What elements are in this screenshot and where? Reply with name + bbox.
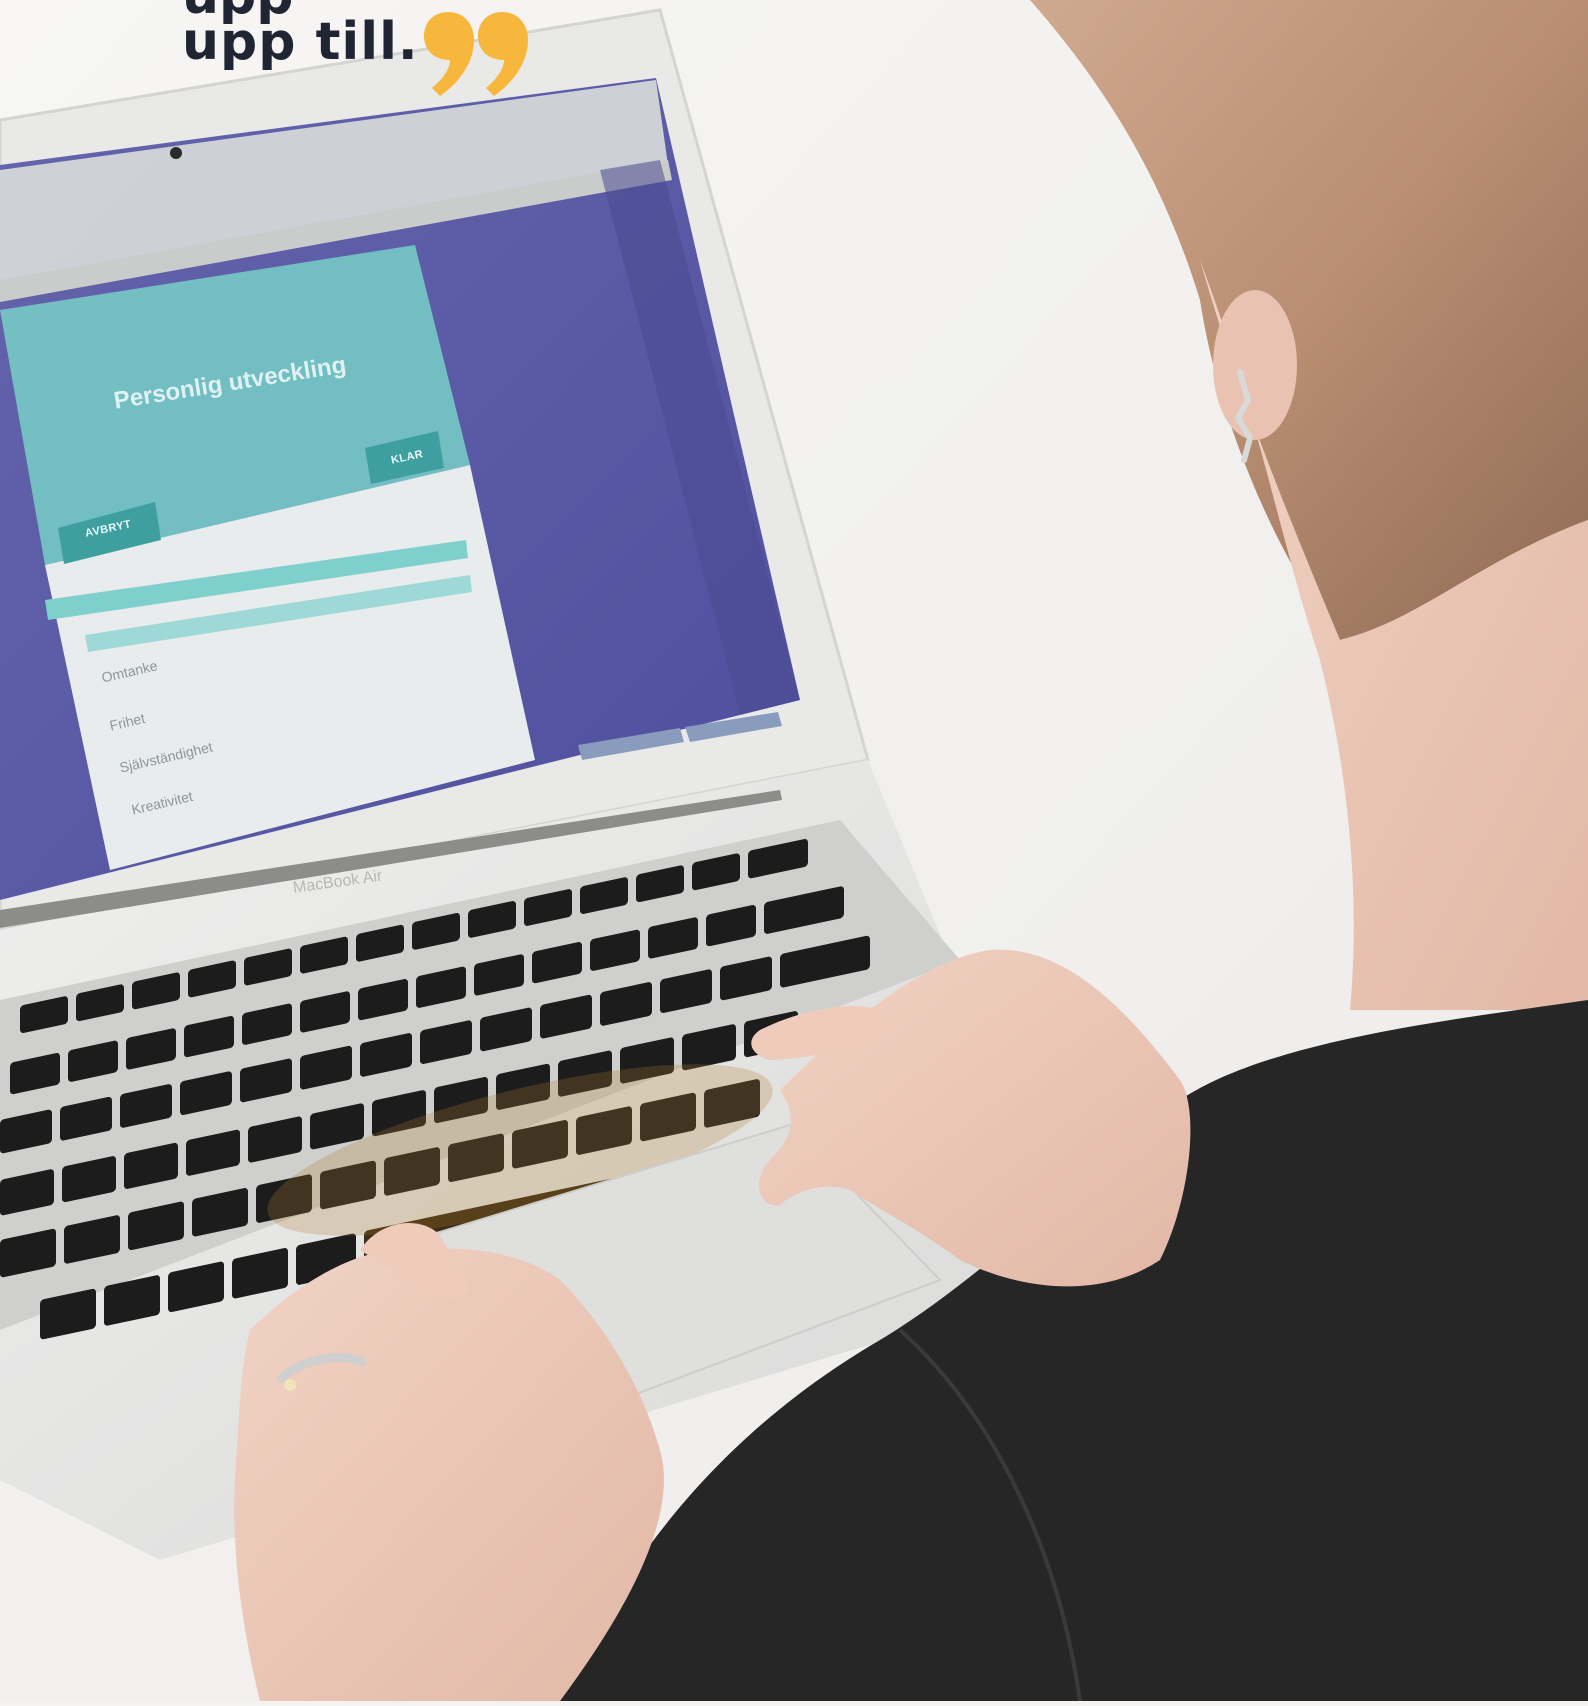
camera-dot xyxy=(170,147,182,159)
person-ear xyxy=(1213,290,1297,440)
photo-scene xyxy=(0,0,1588,1702)
closing-quote-icon xyxy=(420,10,530,103)
caption-line: upp till. xyxy=(182,12,419,72)
ring-stone-icon xyxy=(284,1379,296,1391)
closing-quote-graphic xyxy=(424,12,528,96)
photo-illustration xyxy=(0,0,1588,1702)
